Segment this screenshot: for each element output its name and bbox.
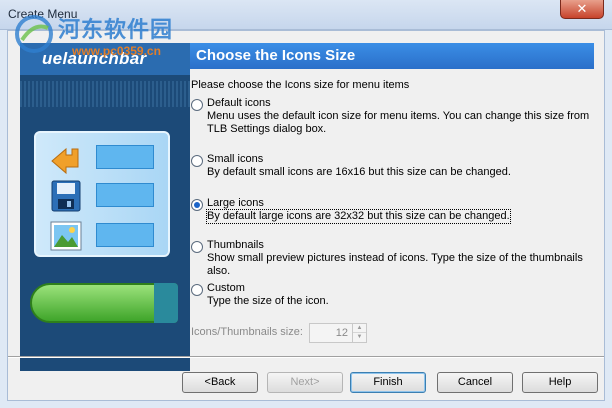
site-watermark: 河东软件园 www.pc0359.cn — [12, 8, 212, 58]
watermark-text: 河东软件园 — [58, 17, 174, 43]
spin-up-icon[interactable]: ▲ — [353, 324, 366, 333]
size-field-label: Icons/Thumbnails size: — [191, 326, 303, 338]
option-label[interactable]: Large icons — [207, 197, 264, 209]
option-small-icons: Small icons By default small icons are 1… — [191, 153, 596, 183]
radio-custom[interactable] — [191, 284, 203, 296]
spinner-buttons: ▲ ▼ — [352, 324, 366, 342]
back-button[interactable]: <Back — [182, 372, 258, 393]
size-spinner[interactable]: 12 ▲ ▼ — [309, 323, 367, 343]
dialog-body: uelaunchbar Choose the Icons Size Please… — [7, 30, 605, 401]
option-custom: Custom Type the size of the icon. — [191, 282, 596, 312]
page-header: Choose the Icons Size — [190, 43, 594, 69]
finish-button[interactable]: Finish — [350, 372, 426, 393]
option-label[interactable]: Thumbnails — [207, 239, 264, 251]
option-label[interactable]: Default icons — [207, 97, 271, 109]
spin-down-icon[interactable]: ▼ — [353, 333, 366, 342]
option-description: Show small preview pictures instead of i… — [207, 252, 583, 277]
radio-default-icons[interactable] — [191, 99, 203, 111]
menu-bar-2 — [96, 183, 154, 207]
picture-icon — [50, 221, 82, 251]
option-description: Type the size of the icon. — [207, 295, 329, 307]
banner-stripes — [20, 81, 190, 107]
watermark-url: www.pc0359.cn — [72, 44, 161, 58]
option-description: By default small icons are 16x16 but thi… — [207, 166, 511, 178]
radio-large-icons[interactable] — [191, 199, 203, 211]
size-value[interactable]: 12 — [336, 327, 348, 339]
next-button[interactable]: Next> — [267, 372, 343, 393]
option-thumbnails: Thumbnails Show small preview pictures i… — [191, 239, 596, 277]
product-banner: uelaunchbar — [20, 43, 190, 371]
instruction-text: Please choose the Icons size for menu it… — [191, 79, 410, 91]
radio-small-icons[interactable] — [191, 155, 203, 167]
launch-bar-end — [154, 283, 178, 323]
back-arrow-icon — [51, 147, 79, 175]
menu-illustration — [34, 131, 170, 257]
option-description: By default large icons are 32x32 but thi… — [206, 209, 511, 224]
option-label[interactable]: Small icons — [207, 153, 263, 165]
watermark-logo-icon — [15, 15, 53, 53]
option-description: Menu uses the default icon size for menu… — [207, 110, 590, 135]
option-label[interactable]: Custom — [207, 282, 245, 294]
save-disk-icon — [51, 180, 81, 212]
page-title: Choose the Icons Size — [196, 47, 356, 64]
help-button[interactable]: Help — [522, 372, 598, 393]
option-default-icons: Default icons Menu uses the default icon… — [191, 97, 596, 137]
button-separator — [8, 356, 604, 358]
cancel-button[interactable]: Cancel — [437, 372, 513, 393]
close-button[interactable]: ✕ — [560, 0, 604, 19]
radio-thumbnails[interactable] — [191, 241, 203, 253]
launch-bar-graphic — [30, 283, 178, 323]
option-large-icons: Large icons By default large icons are 3… — [191, 197, 596, 227]
menu-bar-3 — [96, 223, 154, 247]
menu-bar-1 — [96, 145, 154, 169]
